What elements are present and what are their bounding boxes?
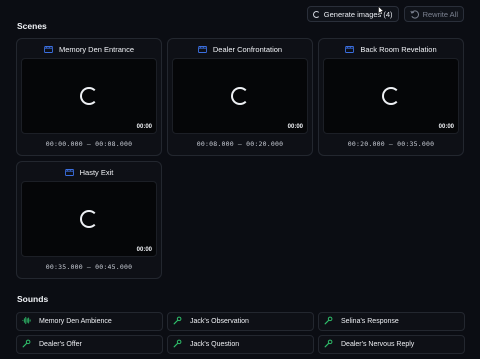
sound-item-1[interactable]: Memory Den Ambience <box>16 312 163 331</box>
scene-time-range: 00:00.000 — 00:08.000 <box>45 140 133 148</box>
scene-title: Memory Den Entrance <box>58 44 135 54</box>
microphone-icon <box>22 339 31 348</box>
microphone-icon <box>324 316 333 325</box>
scene-card-4[interactable]: Hasty Exit 00:00 00:35.000 — 00:45.000 <box>16 161 162 279</box>
mouse-cursor-icon <box>378 6 384 15</box>
sound-label: Jack's Observation <box>190 318 249 325</box>
toolbar: Generate images (4) Rewrite All <box>306 6 464 22</box>
scene-preview[interactable]: 00:00 <box>21 181 157 257</box>
scene-duration: 00:00 <box>136 124 152 130</box>
sounds-heading: Sounds <box>17 294 49 304</box>
scene-duration: 00:00 <box>438 124 454 130</box>
clapperboard-icon <box>197 45 207 53</box>
scene-title: Hasty Exit <box>79 167 114 177</box>
loading-spinner-icon <box>80 87 98 105</box>
scene-card-3[interactable]: Back Room Revelation 00:00 00:20.000 — 0… <box>318 38 464 156</box>
scene-preview[interactable]: 00:00 <box>323 58 459 134</box>
loading-spinner-icon <box>80 210 98 228</box>
sound-label: Selina's Response <box>341 318 399 325</box>
sound-item-6[interactable]: Dealer's Nervous Reply <box>318 335 465 354</box>
scene-header: Memory Den Entrance <box>44 43 134 55</box>
clapperboard-icon <box>345 45 355 53</box>
loading-spinner-icon <box>382 87 400 105</box>
rewrite-icon <box>410 9 419 19</box>
scene-header: Back Room Revelation <box>345 43 437 55</box>
scene-duration: 00:00 <box>136 247 152 253</box>
scene-time-range: 00:08.000 — 00:20.000 <box>196 140 284 148</box>
scenes-grid: Memory Den Entrance 00:00 00:00.000 — 00… <box>16 38 466 279</box>
clapperboard-icon <box>64 168 74 176</box>
scene-title: Dealer Confrontation <box>212 44 283 54</box>
scene-time-range: 00:35.000 — 00:45.000 <box>45 263 133 271</box>
scene-duration: 00:00 <box>287 124 303 130</box>
scene-card-1[interactable]: Memory Den Entrance 00:00 00:00.000 — 00… <box>16 38 162 156</box>
scene-title: Back Room Revelation <box>360 44 437 54</box>
spinner-icon <box>312 10 320 18</box>
clapperboard-icon <box>44 45 53 53</box>
sounds-grid: Memory Den Ambience Jack's Observation S… <box>16 312 466 354</box>
sound-item-2[interactable]: Jack's Observation <box>167 312 314 331</box>
generate-images-button[interactable]: Generate images (4) <box>306 6 399 22</box>
sound-label: Memory Den Ambience <box>39 318 112 325</box>
microphone-icon <box>173 339 182 348</box>
sound-item-5[interactable]: Jack's Question <box>167 335 314 354</box>
scenes-heading: Scenes <box>17 21 47 31</box>
sound-label: Jack's Question <box>190 341 240 348</box>
scene-header: Hasty Exit <box>64 166 114 178</box>
waveform-icon <box>22 316 31 325</box>
sound-item-4[interactable]: Dealer's Offer <box>16 335 163 354</box>
scene-time-range: 00:20.000 — 00:35.000 <box>347 140 435 148</box>
microphone-icon <box>173 316 182 325</box>
scene-header: Dealer Confrontation <box>197 43 283 55</box>
rewrite-all-label: Rewrite All <box>422 9 458 19</box>
sound-label: Dealer's Offer <box>39 341 82 348</box>
microphone-icon <box>324 339 333 348</box>
loading-spinner-icon <box>231 87 249 105</box>
sound-item-3[interactable]: Selina's Response <box>318 312 465 331</box>
scene-preview[interactable]: 00:00 <box>21 58 157 134</box>
scene-card-2[interactable]: Dealer Confrontation 00:00 00:08.000 — 0… <box>167 38 313 156</box>
rewrite-all-button[interactable]: Rewrite All <box>403 6 464 22</box>
sound-label: Dealer's Nervous Reply <box>341 341 415 348</box>
scene-preview[interactable]: 00:00 <box>172 58 308 134</box>
